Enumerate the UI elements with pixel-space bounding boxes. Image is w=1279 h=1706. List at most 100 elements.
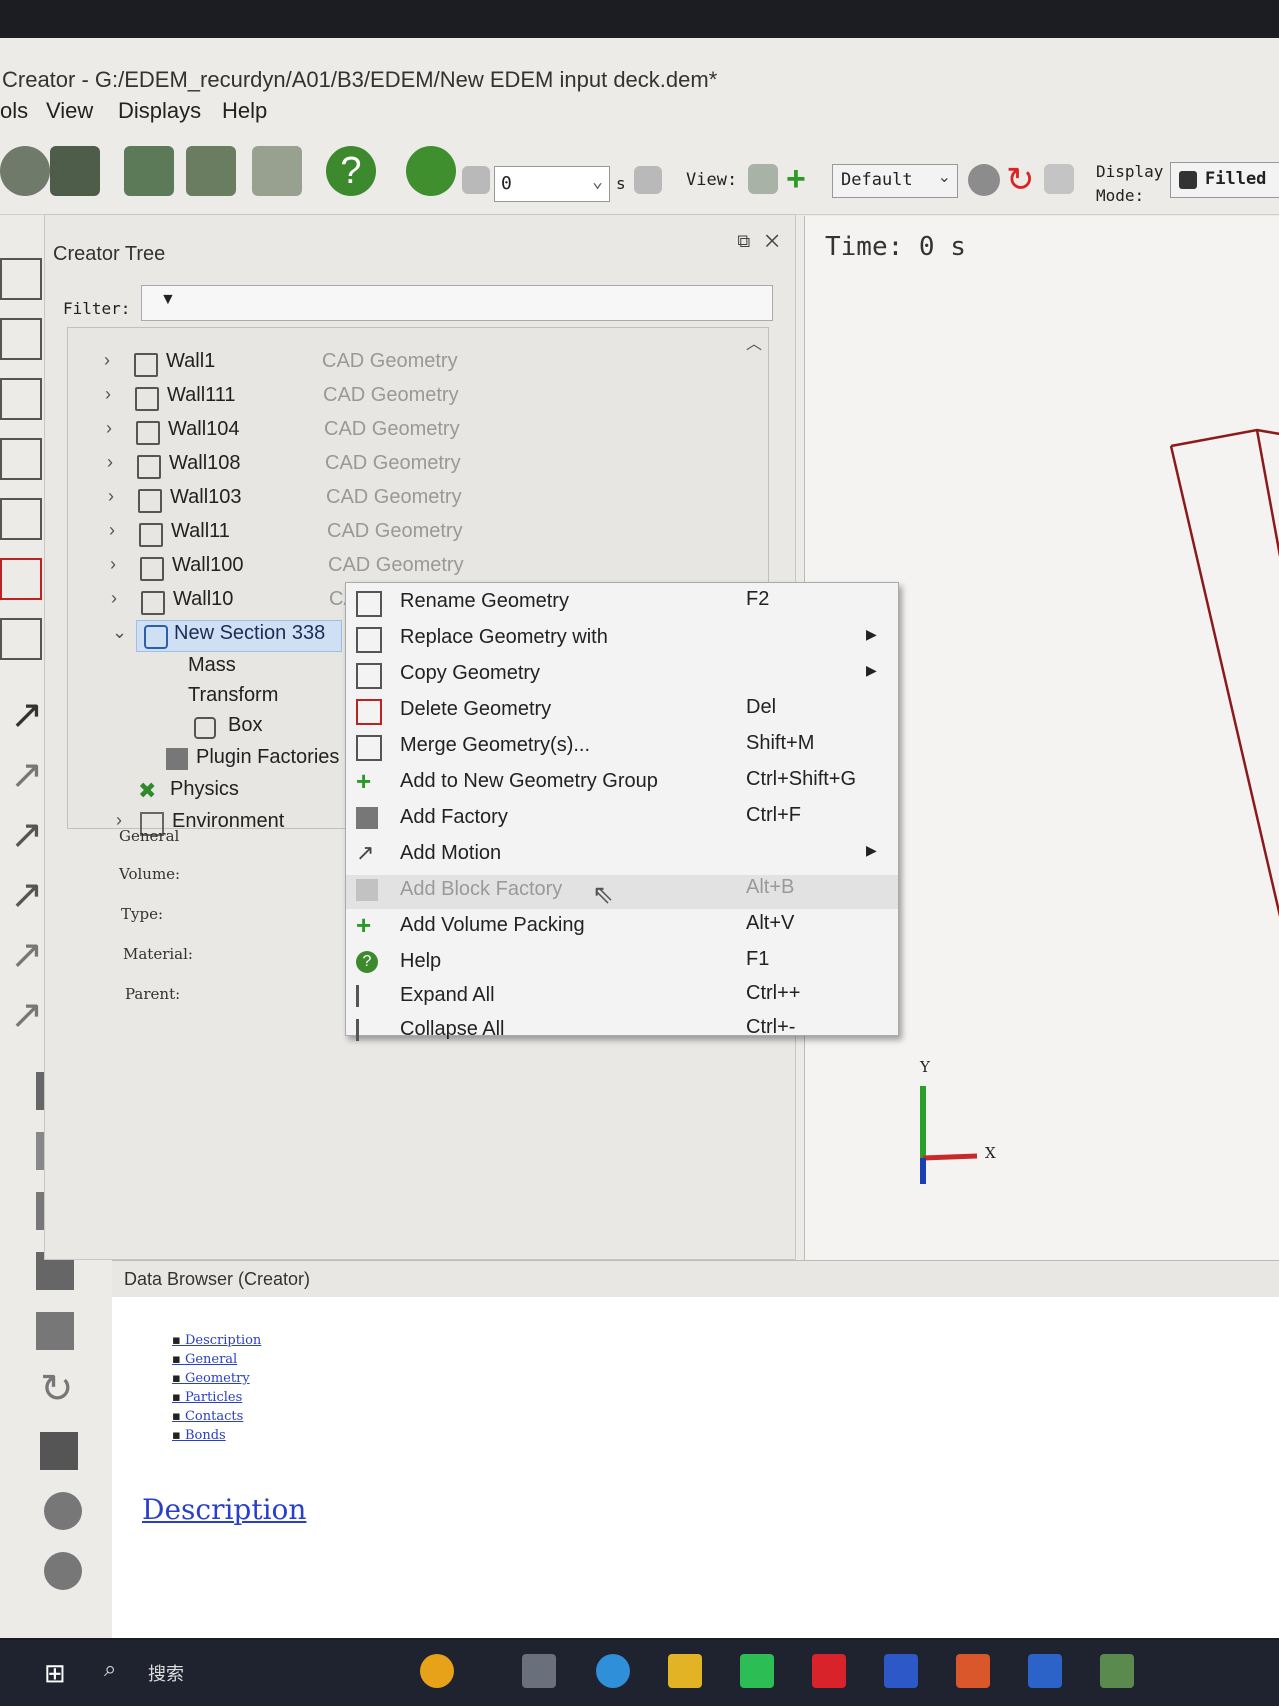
tree-item-wall100[interactable]: › Wall100 CAD Geometry	[110, 554, 610, 584]
menu-expand-all[interactable]: Expand All Ctrl++	[346, 981, 898, 1015]
menu-view[interactable]: View	[46, 98, 93, 124]
clear-view-icon[interactable]	[748, 164, 778, 194]
delete-geometry-icon[interactable]	[0, 558, 42, 600]
menu-add-factory[interactable]: Add Factory Ctrl+F	[346, 803, 898, 837]
chevron-right-icon[interactable]: ›	[110, 554, 116, 575]
chevron-right-icon[interactable]: ›	[105, 384, 111, 405]
menu-collapse-all[interactable]: Collapse All Ctrl+-	[346, 1015, 898, 1049]
chevron-right-icon[interactable]: ›	[108, 486, 114, 507]
factory-import-icon[interactable]	[40, 1432, 78, 1470]
stopwatch-icon[interactable]	[406, 146, 456, 196]
tree-item-type: CAD Geometry	[322, 350, 458, 372]
link-general[interactable]: General	[172, 1352, 261, 1371]
view-preset-dropdown[interactable]: Default ⌄	[832, 164, 958, 198]
link-bonds[interactable]: Bonds	[172, 1428, 261, 1447]
menu-displays[interactable]: Displays	[118, 98, 201, 124]
particles-icon[interactable]	[0, 146, 50, 196]
motion-delete-icon[interactable]: ↗	[10, 872, 44, 918]
motion-add-icon[interactable]: ↗	[10, 932, 44, 978]
task-view-icon[interactable]	[522, 1654, 556, 1688]
tree-item-physics[interactable]: ✖ Physics	[138, 778, 338, 808]
settings-gear-icon[interactable]	[968, 164, 1000, 196]
tree-item-transform[interactable]: Transform	[188, 684, 278, 714]
tree-item-new-section[interactable]: ⌄ New Section 338	[112, 620, 372, 652]
scroll-up-icon[interactable]: ︿	[746, 330, 762, 354]
filter-dropdown-icon[interactable]: ▼	[160, 291, 176, 309]
menu-help[interactable]: Help	[222, 98, 267, 124]
particle-add-icon[interactable]	[44, 1492, 82, 1530]
taskbar-search-label[interactable]: 搜索	[148, 1660, 184, 1686]
wechat-icon[interactable]	[740, 1654, 774, 1688]
tree-item-wall1[interactable]: › Wall1 CAD Geometry	[104, 350, 604, 380]
menu-add-geometry-group[interactable]: + Add to New Geometry Group Ctrl+Shift+G	[346, 767, 898, 801]
chevron-down-icon[interactable]: ⌄	[112, 622, 127, 643]
calculator-app-icon[interactable]	[884, 1654, 918, 1688]
wps-icon[interactable]	[812, 1654, 846, 1688]
widget-icon[interactable]	[420, 1654, 454, 1688]
menu-add-motion[interactable]: ↗ Add Motion ▶	[346, 839, 898, 873]
file-explorer-icon[interactable]	[668, 1654, 702, 1688]
close-icon[interactable]: ✕	[765, 231, 779, 251]
menu-add-volume-packing[interactable]: + Add Volume Packing Alt+V	[346, 911, 898, 945]
help-icon[interactable]: ?	[326, 146, 376, 196]
chevron-right-icon[interactable]: ›	[109, 520, 115, 541]
edit-geometry-icon[interactable]	[0, 378, 42, 420]
link-geometry[interactable]: Geometry	[172, 1371, 261, 1390]
merge-geometry-icon[interactable]	[0, 618, 42, 660]
menu-help[interactable]: ? Help F1	[346, 947, 898, 981]
edem-app-icon[interactable]	[1100, 1654, 1134, 1688]
chevron-right-icon[interactable]: ›	[107, 452, 113, 473]
menu-replace-geometry[interactable]: Replace Geometry with ▶	[346, 623, 898, 657]
motion-edit-icon[interactable]: ↗	[10, 752, 44, 798]
menu-delete-geometry[interactable]: Delete Geometry Del	[346, 695, 898, 729]
tree-item-wall111[interactable]: › Wall111 CAD Geometry	[105, 384, 605, 414]
windows-start-icon[interactable]: ⊞	[44, 1658, 66, 1689]
first-frame-icon[interactable]	[462, 166, 490, 194]
edge-browser-icon[interactable]	[596, 1654, 630, 1688]
factory-icon[interactable]	[124, 146, 174, 196]
tree-item-wall103[interactable]: › Wall103 CAD Geometry	[108, 486, 608, 516]
tree-item-wall108[interactable]: › Wall108 CAD Geometry	[107, 452, 607, 482]
edit-icon[interactable]	[1044, 164, 1074, 194]
chevron-right-icon[interactable]: ›	[104, 350, 110, 371]
menu-merge-geometry[interactable]: Merge Geometry(s)... Shift+M	[346, 731, 898, 765]
menu-copy-geometry[interactable]: Copy Geometry ▶	[346, 659, 898, 693]
import-geometry-icon[interactable]	[0, 318, 42, 360]
motion-copy-icon[interactable]: ↗	[10, 812, 44, 858]
menu-add-block-factory[interactable]: Add Block Factory Alt+B ⇖	[346, 875, 898, 909]
tree-item-mass[interactable]: Mass	[188, 654, 236, 684]
factory-misc-icon[interactable]	[36, 1312, 74, 1350]
add-view-icon[interactable]: +	[786, 160, 806, 199]
refresh-icon[interactable]: ↻	[40, 1366, 74, 1412]
menu-tools[interactable]: ols	[0, 98, 28, 124]
add-geometry-icon[interactable]	[0, 258, 42, 300]
frame-dropdown[interactable]: 0 ⌄	[494, 166, 610, 202]
copy-geometry-icon[interactable]	[0, 498, 42, 540]
display-mode-dropdown[interactable]: Filled	[1170, 162, 1279, 198]
tree-item-type: CAD Geometry	[327, 520, 463, 542]
open-folder-icon[interactable]	[186, 146, 236, 196]
word-icon[interactable]	[1028, 1654, 1062, 1688]
tree-item-wall104[interactable]: › Wall104 CAD Geometry	[106, 418, 606, 448]
motion-misc-icon[interactable]: ↗	[10, 992, 44, 1038]
link-description[interactable]: Description	[172, 1333, 261, 1352]
link-particles[interactable]: Particles	[172, 1390, 261, 1409]
prop-material: Material:	[123, 945, 193, 963]
filter-input[interactable]: ▼	[141, 285, 773, 321]
geometry-icon[interactable]	[50, 146, 100, 196]
chevron-right-icon[interactable]: ›	[106, 418, 112, 439]
search-icon[interactable]: ⌕	[104, 1656, 116, 1682]
float-icon[interactable]: ⧉	[737, 231, 750, 251]
particle-delete-icon[interactable]	[44, 1552, 82, 1590]
save-icon[interactable]	[252, 146, 302, 196]
menu-rename-geometry[interactable]: Rename Geometry F2	[346, 587, 898, 621]
link-contacts[interactable]: Contacts	[172, 1409, 261, 1428]
plus-icon: +	[356, 910, 372, 940]
chevron-right-icon[interactable]: ›	[111, 588, 117, 609]
add-motion-icon[interactable]: ↗	[10, 692, 44, 738]
last-frame-icon[interactable]	[634, 166, 662, 194]
replace-geometry-icon[interactable]	[0, 438, 42, 480]
app-icon[interactable]	[956, 1654, 990, 1688]
reset-icon[interactable]: ↻	[1006, 160, 1035, 200]
tree-item-wall11[interactable]: › Wall11 CAD Geometry	[109, 520, 609, 550]
